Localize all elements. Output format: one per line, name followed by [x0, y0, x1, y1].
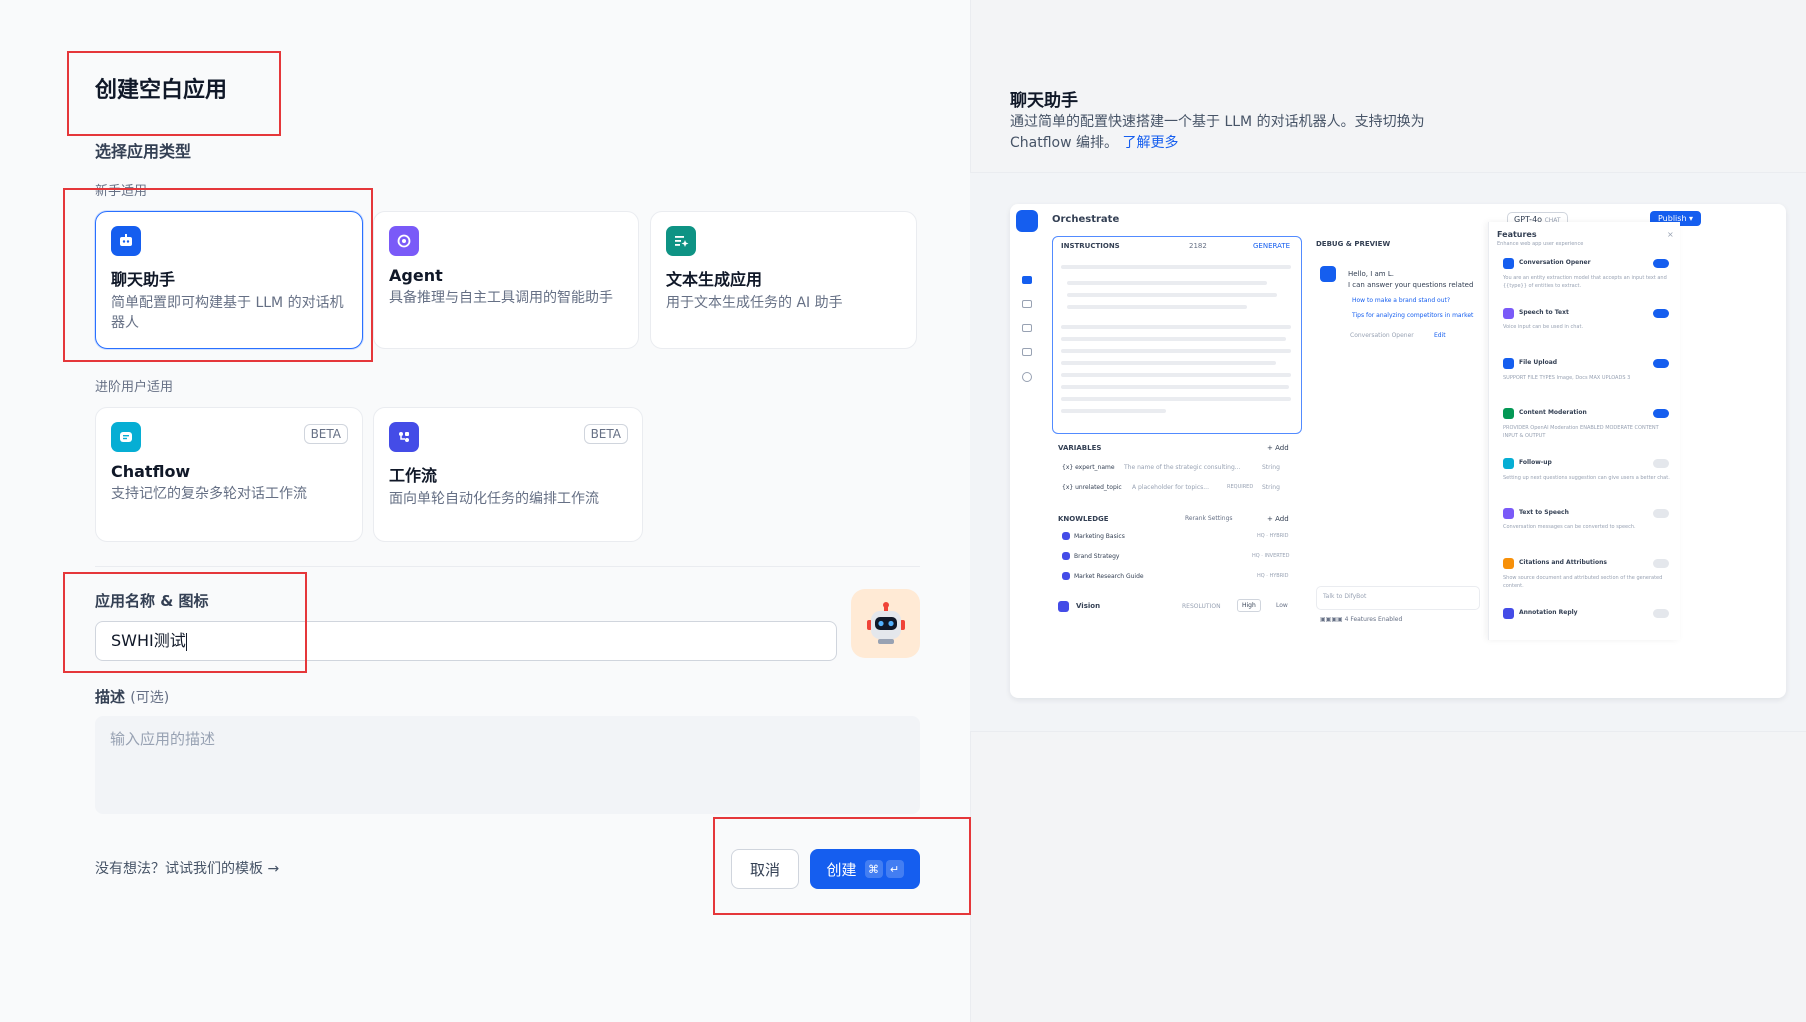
workflow-icon	[389, 422, 419, 452]
app-type-card-chat[interactable]: 聊天助手 简单配置即可构建基于 LLM 的对话机器人	[95, 211, 363, 349]
chat-input: Talk to DifyBot	[1316, 586, 1480, 610]
create-button[interactable]: 创建 ⌘ ↵	[810, 849, 920, 889]
card-title: Agent	[389, 266, 443, 285]
command-key-icon: ⌘	[864, 860, 883, 878]
instructions-editor: INSTRUCTIONS 2182 GENERATE	[1052, 236, 1302, 434]
card-desc: 简单配置即可构建基于 LLM 的对话机器人	[111, 295, 344, 331]
page-title: 创建空白应用	[95, 78, 228, 103]
card-title: 聊天助手	[111, 270, 176, 289]
chatflow-icon	[111, 422, 141, 452]
app-type-card-chatflow[interactable]: BETA Chatflow 支持记忆的复杂多轮对话工作流	[95, 407, 363, 542]
arrow-right-icon: →	[267, 861, 280, 877]
beta-badge: BETA	[303, 424, 348, 444]
orchestrate-icon	[1022, 276, 1032, 284]
monitor-icon	[1022, 372, 1032, 382]
annotation-icon	[1022, 348, 1032, 356]
app-type-card-agent[interactable]: Agent 具备推理与自主工具调用的智能助手	[373, 211, 639, 349]
debug-preview-title: DEBUG & PREVIEW	[1316, 240, 1391, 248]
create-label: 创建	[826, 860, 857, 879]
card-title: 工作流	[389, 466, 438, 485]
beginner-label: 新手适用	[95, 184, 148, 199]
knowledge-section: KNOWLEDGE Rerank Settings + Add Marketin…	[1058, 515, 1290, 580]
robot-avatar-icon	[866, 601, 905, 644]
chat-bot-icon	[111, 226, 141, 256]
orchestrate-title: Orchestrate	[1052, 214, 1120, 225]
card-desc: 面向单轮自动化任务的编排工作流	[389, 491, 599, 507]
logs-icon	[1022, 324, 1032, 332]
bot-avatar-icon	[1320, 266, 1336, 282]
app-description-input[interactable]: 输入应用的描述	[95, 716, 920, 814]
create-form-panel: 创建空白应用 选择应用类型 新手适用 聊天助手 简单配置即可构建基于 LLM 的…	[0, 0, 970, 1022]
card-desc: 具备推理与自主工具调用的智能助手	[389, 290, 613, 306]
advanced-label: 进阶用户适用	[95, 380, 174, 395]
app-type-card-text-generation[interactable]: 文本生成应用 用于文本生成任务的 AI 助手	[650, 211, 917, 349]
card-title: 文本生成应用	[666, 270, 763, 289]
card-desc: 支持记忆的复杂多轮对话工作流	[111, 486, 307, 502]
app-type-card-workflow[interactable]: BETA 工作流 面向单轮自动化任务的编排工作流	[373, 407, 643, 542]
enter-key-icon: ↵	[885, 860, 904, 878]
features-panel: Features Enhance web app user experience…	[1488, 222, 1680, 640]
preview-title: 聊天助手	[1010, 91, 1078, 111]
preview-screenshot: Orchestrate GPT-4o CHAT Publish ▾ INSTRU…	[1010, 204, 1786, 698]
variables-section: VARIABLES + Add {x} expert_name The name…	[1058, 444, 1289, 491]
beta-badge: BETA	[583, 424, 628, 444]
preview-description: 通过简单的配置快速搭建一个基于 LLM 的对话机器人。支持切换为 Chatflo…	[1010, 114, 1425, 151]
learn-more-link[interactable]: 了解更多	[1122, 135, 1178, 151]
app-logo-icon	[1016, 210, 1038, 232]
cancel-button[interactable]: 取消	[731, 849, 799, 889]
text-cursor	[185, 632, 187, 651]
choose-type-label: 选择应用类型	[95, 142, 192, 161]
app-icon-picker[interactable]	[851, 589, 920, 658]
app-name-value: SWHI测试	[111, 631, 186, 650]
create-app-dialog: 创建空白应用 选择应用类型 新手适用 聊天助手 简单配置即可构建基于 LLM 的…	[0, 0, 1806, 1022]
name-icon-label: 应用名称 & 图标	[95, 592, 209, 610]
desc-label: 描述 (可选)	[95, 688, 170, 706]
close-icon: ×	[1667, 230, 1674, 239]
agent-icon	[389, 226, 419, 256]
vision-section: Vision RESOLUTION High Low	[1052, 596, 1302, 618]
text-generation-icon	[666, 226, 696, 256]
api-icon	[1022, 300, 1032, 308]
card-title: Chatflow	[111, 462, 191, 481]
app-name-input[interactable]: SWHI测试	[95, 621, 837, 661]
card-desc: 用于文本生成任务的 AI 助手	[666, 295, 843, 311]
section-divider	[95, 566, 920, 567]
features-enabled-note: ▣▣▣▣ 4 Features Enabled	[1320, 616, 1403, 623]
try-templates-link[interactable]: 没有想法？试试我们的模板 →	[95, 858, 279, 878]
